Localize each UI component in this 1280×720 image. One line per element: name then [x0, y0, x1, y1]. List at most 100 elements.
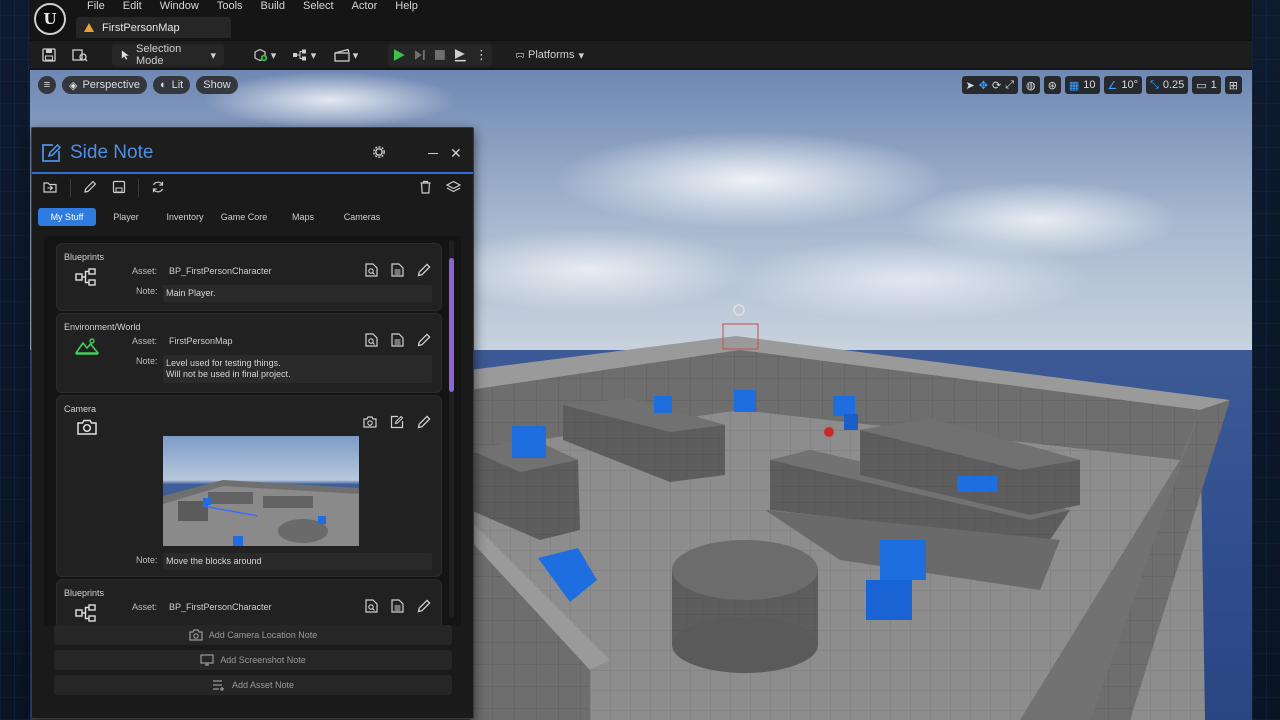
translate-icon[interactable]: ✥	[979, 79, 988, 92]
toolbar-separator	[138, 179, 139, 197]
selection-mode-dropdown[interactable]: Selection Mode ▾	[112, 43, 224, 67]
edit-pencil-icon[interactable]	[417, 333, 431, 350]
rotation-snap-value: 10°	[1121, 79, 1139, 91]
note-label: Note:	[136, 286, 158, 296]
blueprints-button[interactable]: ▾	[288, 44, 320, 66]
side-note-titlebar[interactable]: Side Note ✕	[32, 128, 473, 174]
add-actor-button[interactable]: ▾	[248, 44, 280, 66]
open-document-icon[interactable]	[391, 333, 404, 350]
menu-file[interactable]: File	[78, 0, 114, 14]
save-icon[interactable]	[40, 44, 58, 66]
camera-speed-control[interactable]: ▭ 1	[1192, 76, 1221, 94]
note-actions	[363, 415, 431, 432]
scale-icon[interactable]: ⤢	[1005, 79, 1014, 92]
save-icon[interactable]	[112, 180, 126, 194]
transform-tools: ➤ ✥ ⟳ ⤢	[961, 76, 1019, 94]
edit-pencil-icon[interactable]	[417, 599, 431, 616]
grid-snap-control[interactable]: ▦ 10	[1064, 76, 1100, 94]
gear-icon[interactable]	[373, 146, 385, 158]
note-text-box[interactable]: Level used for testing things. Will not …	[163, 355, 432, 383]
note-card-blueprint[interactable]: Blueprints Asset: BP_FirstPersonCharacte…	[56, 243, 442, 311]
cinematics-button[interactable]: ▾	[330, 44, 362, 66]
perspective-button[interactable]: ◈ Perspective	[62, 76, 147, 94]
layers-icon[interactable]	[446, 180, 461, 194]
open-document-icon[interactable]	[391, 263, 404, 280]
show-button[interactable]: Show	[196, 76, 238, 94]
menu-tools[interactable]: Tools	[208, 0, 252, 14]
eject-icon[interactable]	[453, 48, 467, 62]
scale-snap-value: 0.25	[1162, 79, 1185, 91]
menu-help[interactable]: Help	[386, 0, 427, 14]
rotate-icon[interactable]: ⟳	[992, 79, 1001, 92]
note-text[interactable]: Move the blocks around	[163, 553, 432, 570]
notes-list[interactable]: Blueprints Asset: BP_FirstPersonCharacte…	[44, 236, 461, 626]
perspective-label: Perspective	[82, 79, 140, 91]
add-camera-location-note-button[interactable]: Add Camera Location Note	[54, 625, 452, 645]
cursor-icon	[121, 50, 129, 60]
trash-icon[interactable]	[419, 180, 432, 194]
find-asset-icon[interactable]	[365, 599, 378, 616]
camera-screenshot[interactable]	[163, 436, 359, 546]
pencil-icon[interactable]	[83, 180, 97, 194]
level-tab[interactable]: FirstPersonMap	[76, 17, 231, 38]
side-note-title: Side Note	[70, 142, 154, 163]
note-card-blueprint-2[interactable]: Blueprints Asset: BP_FirstPersonCharacte…	[56, 579, 442, 626]
unreal-logo-icon[interactable]: U	[34, 3, 66, 35]
world-local-toggle[interactable]: ◍	[1022, 76, 1040, 94]
close-icon[interactable]: ✕	[450, 145, 462, 162]
menu-build[interactable]: Build	[252, 0, 294, 14]
hamburger-icon: ≡	[43, 79, 51, 91]
note-card-camera[interactable]: Camera Note: Move the blocks around	[56, 395, 442, 577]
note-card-environment[interactable]: Environment/World Asset: FirstPersonMap …	[56, 313, 442, 393]
refresh-icon[interactable]	[151, 180, 165, 194]
chevron-down-icon: ▾	[210, 49, 216, 62]
note-text-line: Will not be used in final project.	[166, 369, 291, 379]
background-frame-right	[1252, 0, 1280, 720]
menu-window[interactable]: Window	[151, 0, 208, 14]
note-actions	[365, 263, 431, 280]
menu-edit[interactable]: Edit	[114, 0, 151, 14]
folder-icon[interactable]	[43, 180, 57, 194]
select-cursor-icon[interactable]: ➤	[966, 79, 975, 92]
tab-my-stuff[interactable]: My Stuff	[38, 208, 96, 226]
clapperboard-icon	[334, 48, 350, 62]
add-screenshot-note-button[interactable]: Add Screenshot Note	[54, 650, 452, 670]
edit-pencil-icon[interactable]	[417, 263, 431, 280]
play-options-icon[interactable]: ⋮	[475, 47, 488, 63]
add-camera-location-note-label: Add Camera Location Note	[208, 630, 318, 640]
tab-game-core[interactable]: Game Core	[214, 208, 274, 226]
menu-actor[interactable]: Actor	[343, 0, 387, 14]
find-asset-icon[interactable]	[365, 263, 378, 280]
lit-button[interactable]: ◐ Lit	[152, 76, 191, 94]
menu-select[interactable]: Select	[294, 0, 343, 14]
open-document-icon[interactable]	[391, 599, 404, 616]
side-note-toolbar	[32, 176, 473, 200]
stop-icon[interactable]	[434, 49, 446, 61]
camera-speed-value: 1	[1210, 79, 1217, 91]
tab-player[interactable]: Player	[96, 208, 156, 226]
goto-camera-icon[interactable]	[363, 415, 377, 432]
add-asset-note-button[interactable]: Add Asset Note	[54, 675, 452, 695]
platforms-dropdown[interactable]: Platforms ▾	[512, 44, 588, 66]
tab-inventory[interactable]: Inventory	[156, 208, 214, 226]
play-icon[interactable]	[392, 48, 406, 62]
scrollbar-thumb[interactable]	[449, 258, 454, 392]
edit-pencil-icon[interactable]	[417, 415, 431, 432]
scale-snap-control[interactable]: ⤡ 0.25	[1146, 76, 1189, 94]
surface-snap-toggle[interactable]: ⊛	[1043, 76, 1061, 94]
viewport-menu-button[interactable]: ≡	[38, 76, 56, 94]
tab-maps[interactable]: Maps	[274, 208, 332, 226]
play-controls: ⋮	[388, 44, 492, 66]
advance-frame-icon[interactable]	[414, 49, 426, 61]
minimize-icon[interactable]	[428, 153, 438, 154]
edit-note-icon[interactable]	[390, 415, 404, 432]
main-menu: File Edit Window Tools Build Select Acto…	[78, 0, 427, 14]
globe-icon: ◍	[1026, 79, 1036, 92]
rotation-snap-control[interactable]: ∠ 10°	[1103, 76, 1143, 94]
browse-content-icon[interactable]	[71, 44, 89, 66]
layout-button[interactable]: ⊞	[1224, 76, 1242, 94]
tab-cameras[interactable]: Cameras	[332, 208, 392, 226]
note-text[interactable]: Main Player.	[163, 285, 432, 302]
note-label: Note:	[136, 555, 158, 565]
find-asset-icon[interactable]	[365, 333, 378, 350]
